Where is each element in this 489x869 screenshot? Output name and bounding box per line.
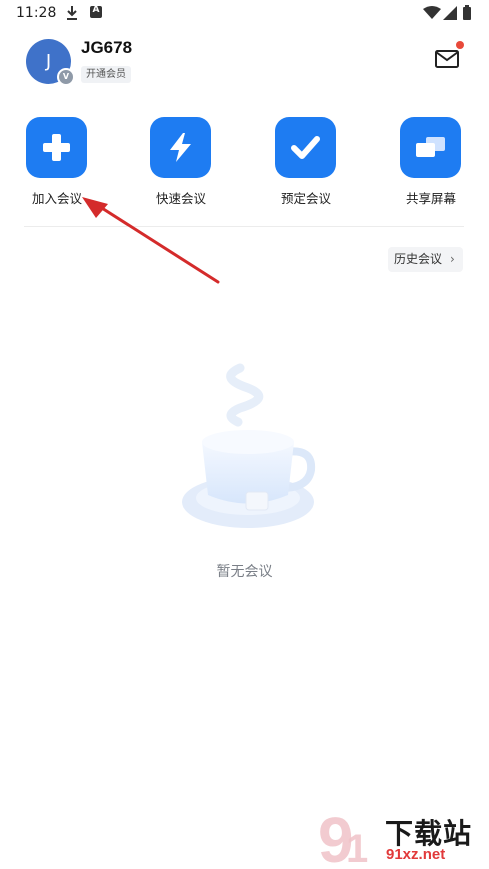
share-screen-button[interactable]: 共享屏幕 xyxy=(388,117,474,213)
share-screen-label: 共享屏幕 xyxy=(405,191,456,206)
quick-meeting-tile[interactable] xyxy=(150,117,211,178)
schedule-meeting-tile[interactable] xyxy=(275,117,336,178)
history-meetings-label: 历史会议 xyxy=(394,252,443,266)
empty-state-text: 暂无会议 xyxy=(216,564,273,580)
status-bar: 11:28 A xyxy=(0,0,489,28)
history-meetings-button[interactable]: 历史会议 › xyxy=(388,247,463,272)
lightning-icon xyxy=(170,133,191,162)
a-icon: A xyxy=(90,5,102,18)
plus-icon xyxy=(43,134,70,161)
verified-badge-icon: V xyxy=(57,68,75,86)
chevron-right-icon: › xyxy=(450,252,455,266)
signal-icon xyxy=(443,6,457,20)
battery-icon xyxy=(463,5,471,20)
watermark-url: 91xz.net xyxy=(386,846,446,863)
member-upgrade-button[interactable]: 开通会员 xyxy=(81,66,131,83)
schedule-meeting-button[interactable]: 预定会议 xyxy=(263,117,349,213)
join-meeting-tile[interactable] xyxy=(26,117,87,178)
share-screen-icon xyxy=(416,137,445,157)
mail-icon[interactable] xyxy=(434,48,460,70)
share-screen-tile[interactable] xyxy=(400,117,461,178)
coffee-cup-illustration xyxy=(182,363,316,528)
status-time: 11:28 xyxy=(16,5,57,21)
schedule-meeting-label: 预定会议 xyxy=(280,191,331,206)
annotation-arrow xyxy=(82,197,220,284)
svg-text:1: 1 xyxy=(346,827,368,868)
username[interactable]: JG678 xyxy=(81,38,132,58)
notification-dot xyxy=(456,41,464,49)
check-icon xyxy=(291,136,320,159)
wifi-icon xyxy=(423,6,441,19)
download-icon xyxy=(67,6,77,20)
